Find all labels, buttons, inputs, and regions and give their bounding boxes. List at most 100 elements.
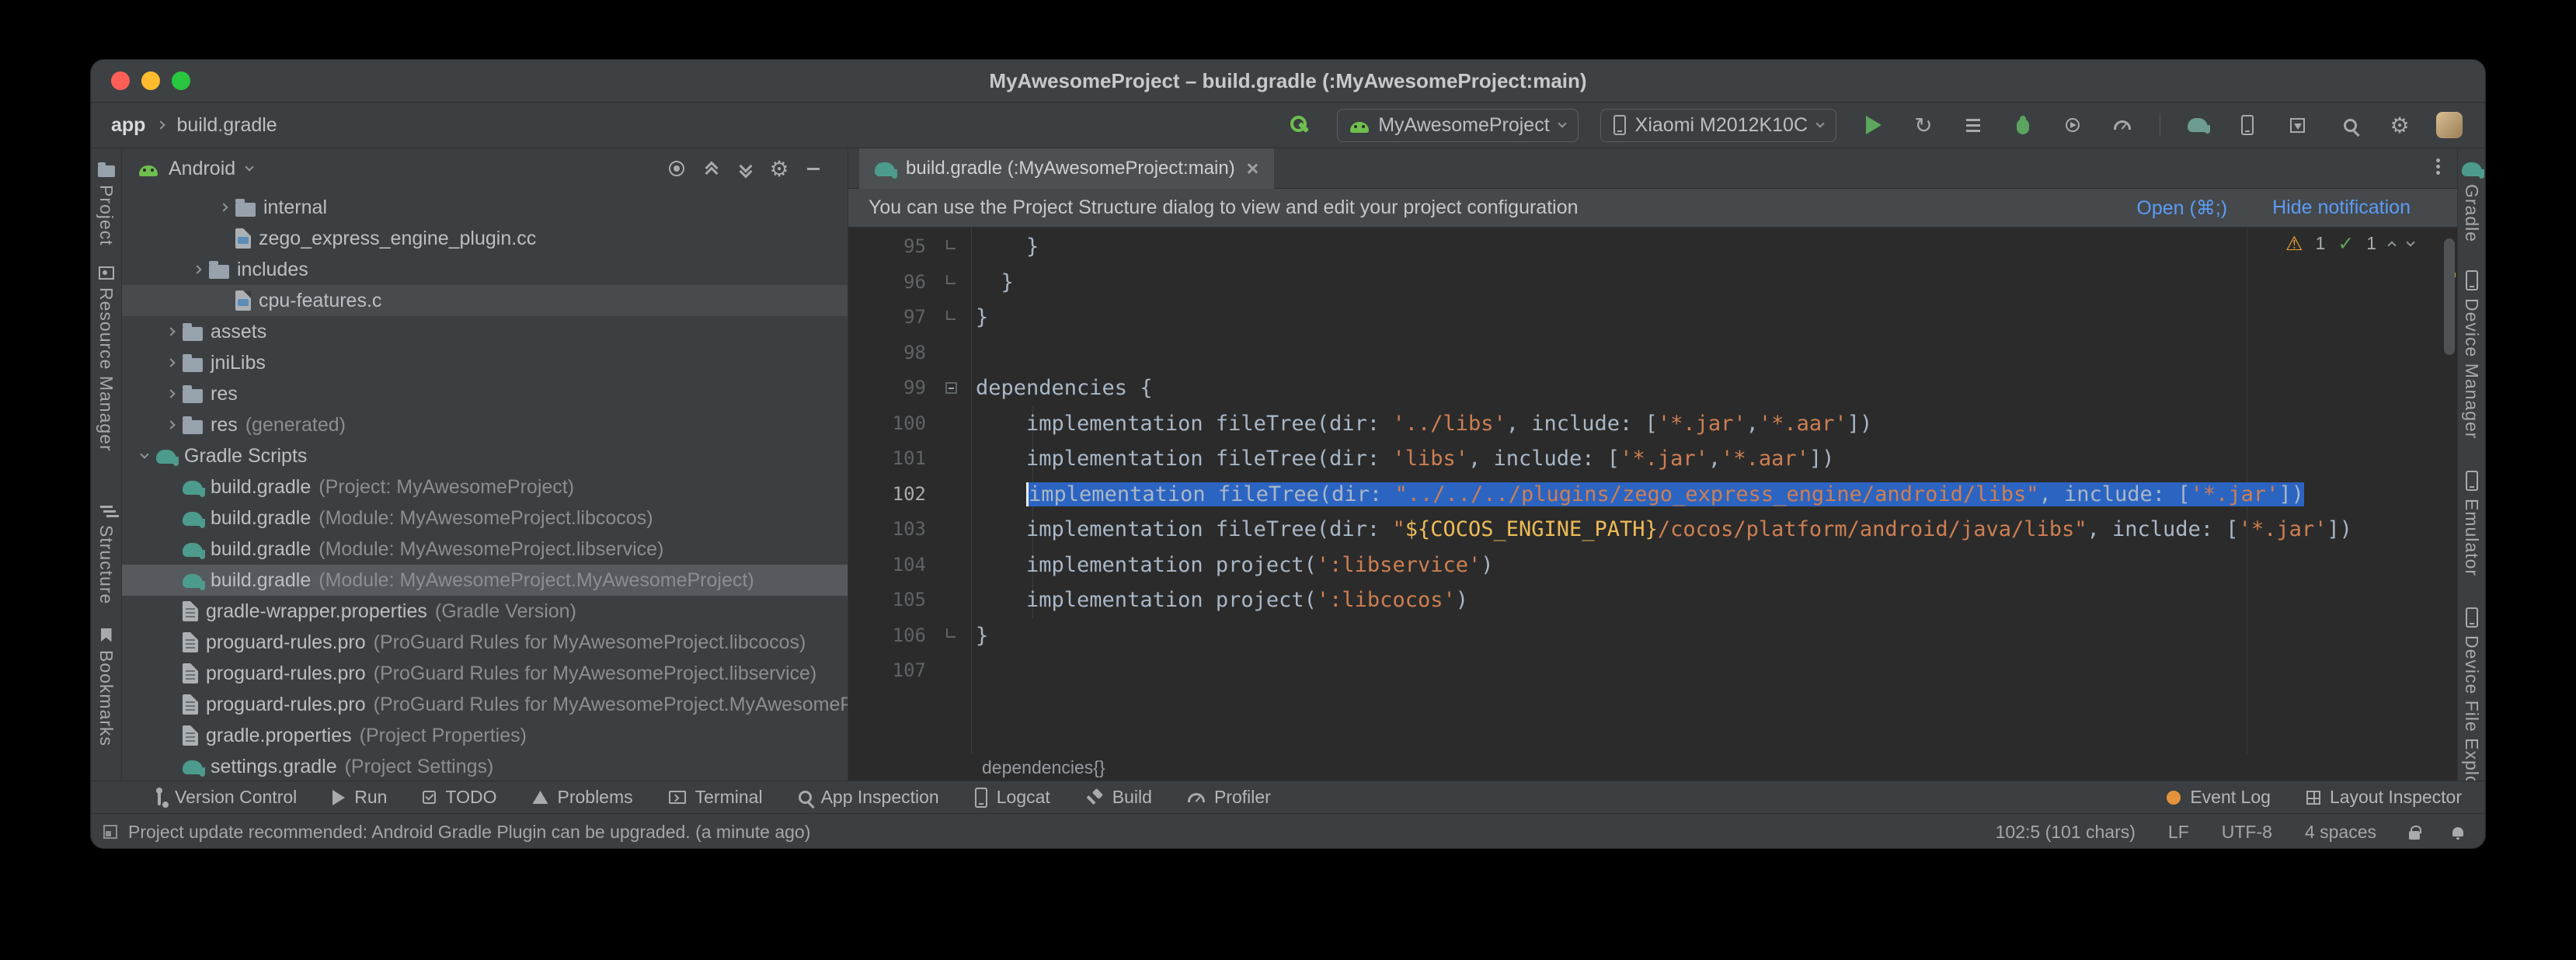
breadcrumb-app[interactable]: app: [111, 114, 145, 137]
previous-problem-button[interactable]: [2387, 241, 2396, 249]
settings-button[interactable]: ⚙: [2384, 110, 2415, 141]
tree-item-zego-express-engine-plugin-cc[interactable]: zego_express_engine_plugin.cc: [122, 223, 848, 254]
tool-window-button-todo[interactable]: TODO: [423, 787, 496, 808]
tree-item-jnilibs[interactable]: jniLibs: [122, 347, 848, 378]
tree-chevron[interactable]: [159, 422, 183, 428]
tree-item-build-gradle-module-myawesomeproject-myawesomeproject[interactable]: build.gradle(Module: MyAwesomeProject.My…: [122, 565, 848, 596]
device-select[interactable]: Xiaomi M2012K10C: [1600, 109, 1836, 142]
run-button[interactable]: [1858, 110, 1889, 141]
profiler-gauge-button[interactable]: [2107, 110, 2138, 141]
passed-count[interactable]: 1: [2366, 233, 2376, 254]
breadcrumb-dependencies[interactable]: dependencies{}: [982, 757, 1105, 778]
tool-window-button-app-inspection[interactable]: App Inspection: [799, 787, 939, 808]
code-line-107[interactable]: 107: [848, 653, 2457, 689]
tree-chevron[interactable]: [186, 266, 209, 273]
code-line-96[interactable]: 96 }: [848, 265, 2457, 301]
tree-item-cpu-features-c[interactable]: cpu-features.c: [122, 285, 848, 316]
sdk-manager-button[interactable]: [2282, 110, 2313, 141]
code-line-105[interactable]: 105 implementation project(':libcocos'): [848, 583, 2457, 618]
search-button[interactable]: [2334, 110, 2365, 141]
tool-button-structure[interactable]: Structure: [96, 506, 117, 604]
code-line-101[interactable]: 101 implementation fileTree(dir: 'libs',…: [848, 441, 2457, 477]
tree-item-res-generated[interactable]: res(generated): [122, 409, 848, 440]
tree-chevron[interactable]: [159, 391, 183, 397]
tree-item-res[interactable]: res: [122, 378, 848, 409]
tool-window-button-build[interactable]: Build: [1086, 787, 1152, 808]
editor-scrollbar[interactable]: [2442, 228, 2457, 754]
tool-window-button-problems[interactable]: Problems: [532, 787, 632, 808]
caret-position[interactable]: 102:5 (101 chars): [1996, 822, 2136, 843]
lock-icon[interactable]: [2409, 831, 2420, 840]
tool-button-project[interactable]: Project: [96, 162, 117, 246]
tool-button-device-manager[interactable]: Device Manager: [2461, 270, 2482, 439]
breadcrumb-file[interactable]: build.gradle: [176, 114, 277, 137]
tree-item-internal[interactable]: internal: [122, 192, 848, 223]
code-line-106[interactable]: 106}: [848, 618, 2457, 654]
tree-item-proguard-rules-pro-proguard-rules-for-myawesomeproject-libcocos[interactable]: proguard-rules.pro(ProGuard Rules for My…: [122, 627, 848, 658]
attach-button[interactable]: [2057, 110, 2088, 141]
code-line-99[interactable]: 99dependencies {: [848, 370, 2457, 406]
code-line-97[interactable]: 97}: [848, 300, 2457, 336]
code-line-104[interactable]: 104 implementation project(':libservice'…: [848, 548, 2457, 583]
tree-item-includes[interactable]: includes: [122, 254, 848, 285]
locate-button[interactable]: [660, 155, 694, 183]
tree-chevron[interactable]: [133, 454, 156, 457]
indent-setting[interactable]: 4 spaces: [2305, 822, 2376, 843]
tool-window-button-event-log[interactable]: Event Log: [2167, 787, 2271, 808]
settings-button[interactable]: ⚙: [762, 155, 796, 183]
tool-button-emulator[interactable]: Emulator: [2461, 471, 2482, 576]
tool-window-button-run[interactable]: Run: [332, 787, 387, 808]
tree-item-gradle-wrapper-properties-gradle-version[interactable]: gradle-wrapper.properties(Gradle Version…: [122, 596, 848, 627]
tool-window-button-logcat[interactable]: Logcat: [975, 787, 1050, 808]
notifications-bell-icon[interactable]: [2452, 827, 2463, 837]
zoom-button[interactable]: [172, 71, 190, 90]
profile-list-button[interactable]: [1958, 110, 1989, 141]
tool-button-bookmarks[interactable]: Bookmarks: [96, 628, 117, 746]
tree-item-proguard-rules-pro-proguard-rules-for-myawesomeproject-myawesomeproject[interactable]: proguard-rules.pro(ProGuard Rules for My…: [122, 689, 848, 720]
tree-item-gradle-properties-project-properties[interactable]: gradle.properties(Project Properties): [122, 720, 848, 751]
tool-window-button-terminal[interactable]: Terminal: [669, 787, 763, 808]
hide-button[interactable]: [796, 155, 830, 183]
avatar-button[interactable]: [2434, 110, 2465, 141]
gradle-sync-button[interactable]: [2182, 110, 2213, 141]
debug-bug-button[interactable]: [2007, 110, 2038, 141]
tool-window-button-layout-inspector[interactable]: Layout Inspector: [2306, 787, 2462, 808]
tree-item-settings-gradle-project-settings[interactable]: settings.gradle(Project Settings): [122, 751, 848, 781]
editor-options-button[interactable]: [2436, 158, 2440, 179]
project-view-mode[interactable]: Android: [169, 158, 235, 180]
status-message[interactable]: Project update recommended: Android Grad…: [128, 822, 810, 843]
tool-window-switcher-icon[interactable]: [103, 825, 117, 839]
collapse-all-button[interactable]: [694, 155, 728, 183]
upgrade-wrench-button[interactable]: [1284, 110, 1315, 141]
tree-item-gradle-scripts[interactable]: Gradle Scripts: [122, 440, 848, 471]
fold-open-icon[interactable]: [945, 382, 957, 394]
expand-all-button[interactable]: [728, 155, 762, 183]
tree-chevron[interactable]: [212, 204, 235, 210]
tree-item-build-gradle-module-myawesomeproject-libservice[interactable]: build.gradle(Module: MyAwesomeProject.li…: [122, 534, 848, 565]
code-line-95[interactable]: 95 }: [848, 229, 2457, 265]
code-line-98[interactable]: 98: [848, 336, 2457, 371]
open-project-structure-link[interactable]: Open (⌘;): [2136, 197, 2227, 220]
tool-button-gradle[interactable]: Gradle: [2461, 161, 2482, 242]
run-configuration-select[interactable]: MyAwesomeProject: [1337, 109, 1578, 142]
tree-chevron[interactable]: [159, 360, 183, 366]
code-line-100[interactable]: 100 implementation fileTree(dir: '../lib…: [848, 406, 2457, 442]
hide-notification-link[interactable]: Hide notification: [2272, 197, 2411, 220]
editor-tab-build-gradle[interactable]: build.gradle (:MyAwesomeProject:main): [859, 148, 1274, 189]
tree-item-build-gradle-module-myawesomeproject-libcocos[interactable]: build.gradle(Module: MyAwesomeProject.li…: [122, 503, 848, 534]
restart-button[interactable]: ↻: [1908, 110, 1939, 141]
minimize-button[interactable]: [141, 71, 160, 90]
tool-window-button-version-control[interactable]: Version Control: [153, 787, 297, 808]
warning-count[interactable]: 1: [2315, 233, 2325, 254]
tool-window-button-profiler[interactable]: Profiler: [1188, 787, 1271, 808]
code-line-102[interactable]: 102 implementation fileTree(dir: "../../…: [848, 477, 2457, 513]
line-ending[interactable]: LF: [2168, 822, 2189, 843]
tree-item-build-gradle-project-myawesomeproject[interactable]: build.gradle(Project: MyAwesomeProject): [122, 471, 848, 503]
close-icon[interactable]: [1246, 162, 1258, 175]
tree-item-assets[interactable]: assets: [122, 316, 848, 347]
file-encoding[interactable]: UTF-8: [2222, 822, 2272, 843]
tree-item-proguard-rules-pro-proguard-rules-for-myawesomeproject-libservice[interactable]: proguard-rules.pro(ProGuard Rules for My…: [122, 658, 848, 689]
code-line-103[interactable]: 103 implementation fileTree(dir: "${COCO…: [848, 512, 2457, 548]
tree-chevron[interactable]: [159, 329, 183, 335]
device-manager-button[interactable]: [2232, 110, 2263, 141]
